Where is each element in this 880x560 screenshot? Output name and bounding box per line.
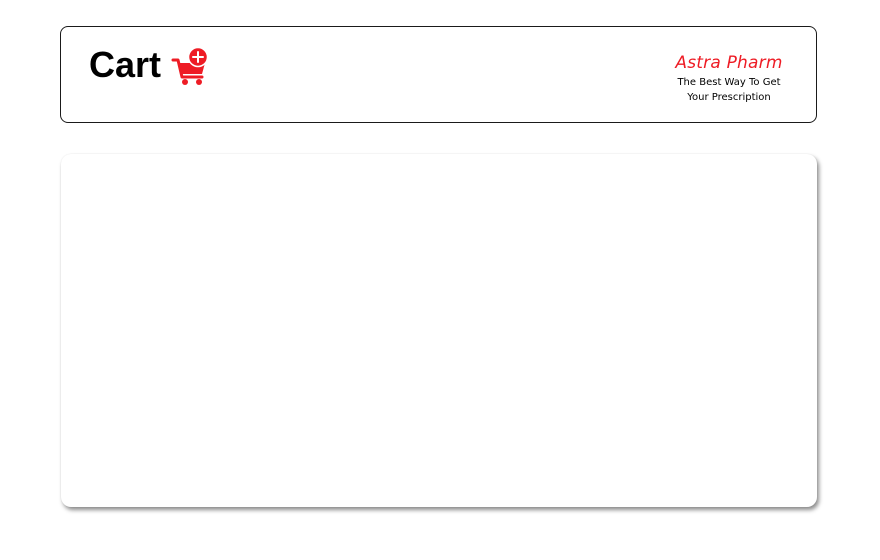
cart-content-panel bbox=[61, 154, 817, 507]
brand-tagline-line2: Your Prescription bbox=[687, 92, 771, 103]
brand-tagline: The Best Way To Get Your Prescription bbox=[664, 75, 794, 105]
brand-tagline-line1: The Best Way To Get bbox=[677, 77, 781, 88]
cart-plus-icon bbox=[171, 46, 211, 88]
cart-header: Cart Astra Pharm The Best Way To Get You… bbox=[60, 26, 817, 123]
brand-name: Astra Pharm bbox=[675, 53, 783, 73]
brand-block: Astra Pharm The Best Way To Get Your Pre… bbox=[664, 53, 794, 105]
cart-page: Cart Astra Pharm The Best Way To Get You… bbox=[0, 0, 880, 560]
page-title: Cart bbox=[89, 44, 162, 85]
